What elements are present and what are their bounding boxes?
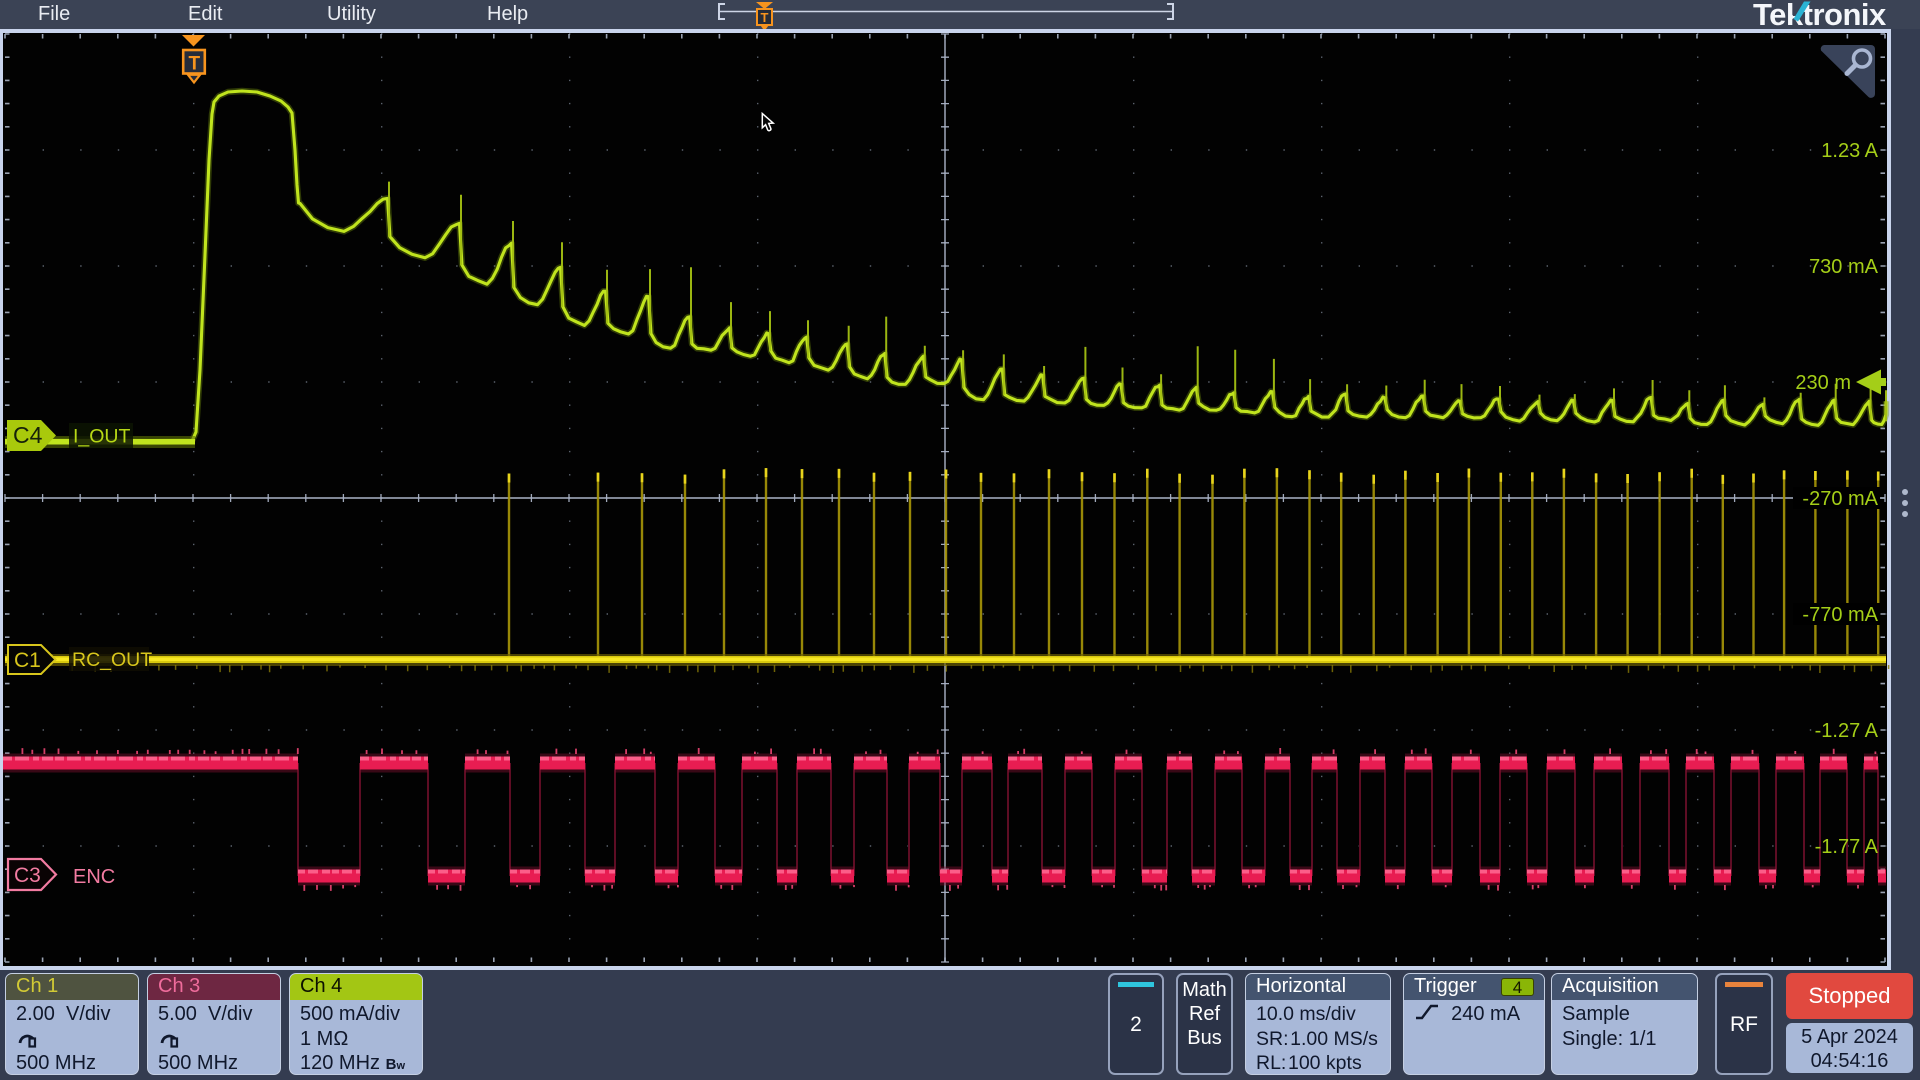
svg-text:-270 mA: -270 mA xyxy=(1802,488,1878,510)
svg-text:-1.77 A: -1.77 A xyxy=(1815,836,1879,858)
svg-text:ENC: ENC xyxy=(73,866,115,888)
svg-text:1.23 A: 1.23 A xyxy=(1821,140,1878,162)
svg-text:-770 mA: -770 mA xyxy=(1802,604,1878,626)
svg-text:C1: C1 xyxy=(14,649,41,672)
svg-text:I_OUT: I_OUT xyxy=(73,426,131,448)
svg-text:T: T xyxy=(189,54,201,75)
svg-text:730 mA: 730 mA xyxy=(1809,256,1879,278)
svg-text:C3: C3 xyxy=(14,864,41,887)
svg-text:RC_OUT: RC_OUT xyxy=(72,649,152,671)
svg-text:230 m: 230 m xyxy=(1795,372,1851,394)
svg-text:-1.27 A: -1.27 A xyxy=(1815,720,1879,742)
svg-text:C4: C4 xyxy=(13,422,43,448)
